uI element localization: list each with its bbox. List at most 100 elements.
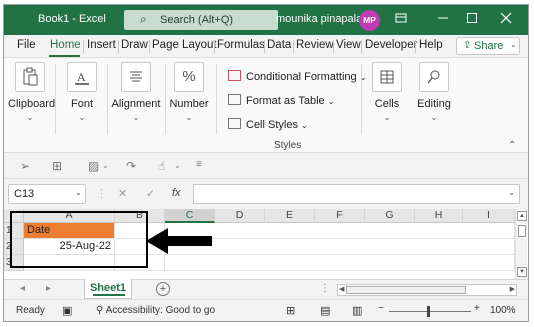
zoom-level[interactable]: 100% — [490, 305, 516, 316]
tab-page-layout[interactable]: Page Layout — [152, 39, 217, 51]
tab-separator — [118, 40, 119, 53]
previous-sheet-icon[interactable]: ◂ — [20, 283, 25, 294]
scroll-up-icon[interactable]: ▲ — [517, 211, 527, 221]
touch-mode-icon[interactable]: ☝ — [158, 159, 165, 173]
conditional-formatting-icon — [228, 70, 241, 81]
sheet-tab-label: Sheet1 — [89, 282, 127, 294]
user-name[interactable]: mounika pinapala — [276, 13, 362, 25]
active-sheet-indicator — [93, 294, 125, 296]
sheet-tabs-bar: ◂ ▸ Sheet1 + ⋮ ◀ ▶ — [4, 279, 528, 299]
cells-group[interactable]: Cells ⌄ — [367, 62, 407, 122]
group-divider — [216, 64, 217, 134]
cell-styles-button[interactable]: Cell Styles ⌄ — [228, 118, 308, 134]
highlight-box — [10, 211, 148, 268]
tab-separator — [149, 40, 150, 53]
page-layout-view-icon[interactable]: ▤ — [320, 304, 330, 317]
cell-styles-label: Cell Styles — [246, 119, 298, 131]
tab-data[interactable]: Data — [267, 39, 291, 51]
percent-glyph: % — [182, 68, 196, 85]
chevron-down-icon: ⌄ — [383, 113, 391, 122]
styles-group-label: Styles — [274, 140, 302, 151]
insert-function-icon[interactable]: fx — [172, 187, 181, 199]
share-icon: ⇪ — [463, 40, 472, 51]
horizontal-scrollbar[interactable]: ◀ ▶ — [337, 284, 517, 296]
tab-formulas[interactable]: Formulas — [217, 39, 265, 51]
scroll-left-icon[interactable]: ◀ — [339, 285, 344, 293]
chevron-down-icon: ⌄ — [185, 113, 193, 122]
zoom-slider[interactable] — [389, 311, 471, 312]
collapse-ribbon-icon[interactable]: ⌃ — [508, 140, 516, 151]
more-options-icon[interactable]: ⋮ — [320, 283, 330, 294]
tab-file[interactable]: File — [17, 39, 36, 51]
search-box[interactable]: ⌕ Search (Alt+Q) — [124, 10, 278, 30]
scroll-down-icon[interactable]: ▼ — [517, 267, 527, 277]
ribbon-display-icon[interactable] — [392, 11, 410, 29]
sheet-tab-sheet1[interactable]: Sheet1 — [84, 279, 132, 299]
send-icon[interactable]: ➢ — [20, 159, 30, 173]
tab-developer[interactable]: Developer — [365, 39, 417, 51]
font-group[interactable]: A Font ⌄ — [62, 62, 102, 122]
chevron-down-icon[interactable]: ⌄ — [102, 161, 109, 170]
column-header-c[interactable]: C — [165, 209, 215, 223]
name-box[interactable]: C13 ⌄ — [8, 184, 86, 204]
add-sheet-icon[interactable]: + — [156, 282, 170, 296]
macro-record-icon[interactable]: ▣ — [62, 304, 72, 317]
column-header-h[interactable]: H — [415, 209, 463, 223]
ribbon-home: Clipboard ⌄ A Font ⌄ Alignment ⌄ % Numbe… — [4, 57, 528, 153]
zoom-in-icon[interactable]: + — [474, 303, 480, 314]
avatar[interactable]: MP — [359, 10, 380, 31]
cell-styles-icon — [228, 118, 241, 129]
normal-view-icon[interactable]: ⊞ — [286, 304, 295, 317]
column-header-d[interactable]: D — [215, 209, 265, 223]
form-icon[interactable]: ⊞ — [52, 159, 62, 173]
cell-row1-rest[interactable] — [165, 223, 515, 239]
zoom-slider-thumb[interactable] — [427, 306, 430, 317]
redo-icon[interactable]: ↷ — [126, 159, 136, 173]
share-button[interactable]: ⇪ Share ⌄ — [456, 37, 520, 55]
chevron-down-icon[interactable]: ⌄ — [174, 161, 181, 170]
cell-row2-rest[interactable] — [165, 239, 515, 255]
accessibility-status[interactable]: ⚲ Accessibility: Good to go — [96, 305, 215, 316]
number-group[interactable]: % Number ⌄ — [168, 62, 210, 122]
formula-input[interactable]: ⌄ — [193, 184, 520, 204]
scroll-right-icon[interactable]: ▶ — [510, 285, 515, 293]
cancel-icon[interactable]: ✕ — [118, 187, 127, 200]
conditional-formatting-button[interactable]: Conditional Formatting ⌄ — [228, 70, 366, 86]
picture-icon[interactable]: ▨ — [88, 159, 99, 173]
close-button[interactable] — [497, 11, 515, 29]
tab-home[interactable]: Home — [50, 39, 81, 51]
cells-icon — [372, 62, 402, 92]
maximize-button[interactable] — [463, 11, 481, 29]
editing-group[interactable]: Editing ⌄ — [414, 62, 454, 122]
minimize-button[interactable] — [434, 11, 452, 29]
scroll-thumb[interactable] — [518, 225, 526, 237]
format-as-table-button[interactable]: Format as Table ⌄ — [228, 94, 334, 110]
column-header-g[interactable]: G — [365, 209, 415, 223]
search-icon: ⌕ — [140, 12, 147, 26]
vertical-scrollbar[interactable]: ▲ ▼ — [515, 209, 527, 279]
next-sheet-icon[interactable]: ▸ — [46, 283, 51, 294]
column-header-f[interactable]: F — [315, 209, 365, 223]
cell-row3-rest[interactable] — [165, 255, 515, 271]
page-break-view-icon[interactable]: ▥ — [352, 304, 362, 317]
scroll-thumb[interactable] — [346, 286, 466, 294]
ribbon-tabs: File Home Insert Draw Page Layout Formul… — [4, 35, 528, 57]
tab-insert[interactable]: Insert — [87, 39, 116, 51]
tab-separator — [293, 40, 294, 53]
tab-help[interactable]: Help — [419, 39, 443, 51]
tab-view[interactable]: View — [336, 39, 361, 51]
zoom-out-icon[interactable]: − — [378, 303, 384, 314]
svg-text:A: A — [77, 70, 86, 84]
column-header-i[interactable]: I — [463, 209, 515, 223]
customize-toolbar-icon[interactable]: ≡ — [196, 159, 202, 170]
check-icon[interactable]: ✓ — [146, 187, 155, 200]
tab-review[interactable]: Review — [296, 39, 334, 51]
formula-bar: C13 ⌄ ⋮ ✕ ✓ fx ⌄ — [4, 179, 528, 209]
clipboard-label: Clipboard — [8, 98, 56, 110]
clipboard-group[interactable]: Clipboard ⌄ — [8, 62, 56, 122]
group-divider — [165, 64, 166, 134]
conditional-formatting-label: Conditional Formatting — [246, 71, 357, 83]
column-header-e[interactable]: E — [265, 209, 315, 223]
tab-draw[interactable]: Draw — [121, 39, 148, 51]
alignment-group[interactable]: Alignment ⌄ — [110, 62, 162, 122]
